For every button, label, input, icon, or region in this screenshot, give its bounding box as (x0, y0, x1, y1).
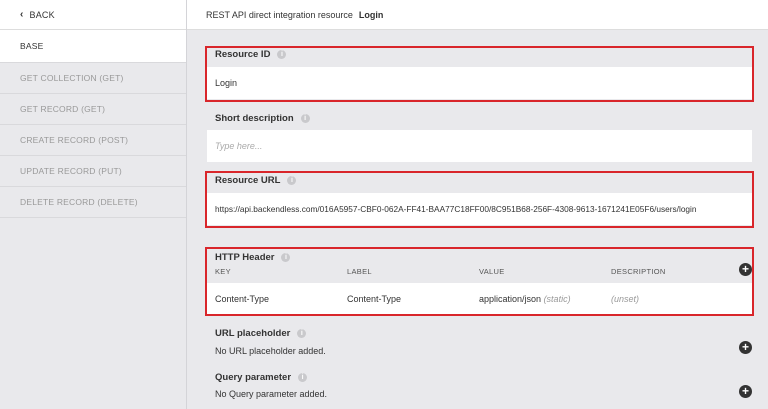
sidebar-item-label: GET COLLECTION (GET) (20, 73, 124, 83)
sidebar-item-create-record[interactable]: CREATE RECORD (POST) (0, 125, 186, 156)
header-prefix: REST API direct integration resource (206, 9, 353, 20)
sidebar-item-label: DELETE RECORD (DELETE) (20, 197, 138, 207)
query-parameter-label: Query parameter i (215, 372, 308, 383)
sidebar: ‹ BACK BASE GET COLLECTION (GET) GET REC… (0, 0, 187, 409)
info-icon[interactable]: i (300, 114, 310, 123)
query-parameter-empty-text: No Query parameter added. (215, 389, 328, 399)
page-title: Login (358, 9, 384, 20)
sidebar-item-base[interactable]: BASE (0, 30, 186, 63)
info-icon[interactable]: i (297, 329, 307, 338)
sidebar-item-get-record[interactable]: GET RECORD (GET) (0, 94, 186, 125)
sidebar-item-get-collection[interactable]: GET COLLECTION (GET) (0, 63, 186, 94)
resource-url-highlight (205, 171, 754, 228)
short-description-label-text: Short description (215, 113, 294, 124)
sidebar-item-label: BASE (20, 41, 44, 51)
short-description-placeholder: Type here... (215, 141, 263, 151)
back-button[interactable]: ‹ BACK (0, 0, 186, 30)
url-placeholder-label: URL placeholder i (215, 328, 307, 339)
add-query-parameter-button[interactable]: + (739, 385, 752, 398)
short-description-input[interactable]: Type here... (207, 130, 752, 162)
page-header: REST API direct integration resource Log… (187, 0, 768, 30)
http-header-highlight (205, 247, 754, 316)
sidebar-item-label: UPDATE RECORD (PUT) (20, 166, 122, 176)
back-label: BACK (29, 9, 55, 20)
url-placeholder-empty-text: No URL placeholder added. (215, 346, 326, 356)
sidebar-item-label: CREATE RECORD (POST) (20, 135, 129, 145)
main-content: Resource ID i Login Short description i … (187, 30, 768, 409)
sidebar-item-update-record[interactable]: UPDATE RECORD (PUT) (0, 156, 186, 187)
query-parameter-label-text: Query parameter (215, 372, 292, 383)
sidebar-item-label: GET RECORD (GET) (20, 104, 106, 114)
short-description-label: Short description i (215, 113, 310, 124)
add-url-placeholder-button[interactable]: + (739, 341, 752, 354)
sidebar-item-delete-record[interactable]: DELETE RECORD (DELETE) (0, 187, 186, 218)
url-placeholder-label-text: URL placeholder (215, 328, 291, 339)
resource-id-highlight (205, 46, 754, 102)
chevron-left-icon: ‹ (20, 9, 24, 20)
info-icon[interactable]: i (298, 373, 308, 382)
